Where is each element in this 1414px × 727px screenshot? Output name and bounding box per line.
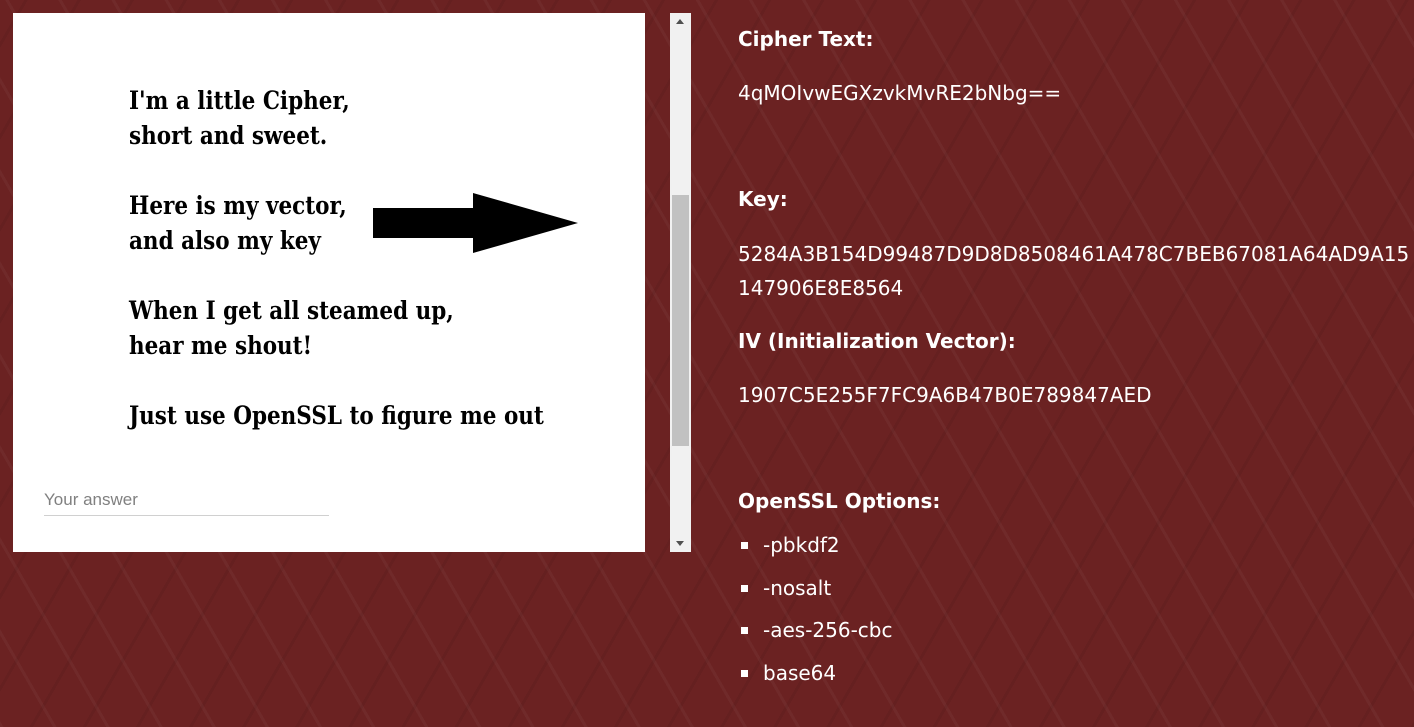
list-item: -nosalt [738,567,893,610]
poem-line: Just use OpenSSL to figure me out [129,401,544,430]
bullet-icon [741,669,748,677]
vertical-scrollbar[interactable] [670,13,691,552]
poem-line: When I get all steamed up, [129,296,454,325]
list-item: -aes-256-cbc [738,609,893,652]
riddle-form-panel: I'm a little Cipher, short and sweet. He… [13,13,645,552]
list-item: base64 [738,652,893,695]
option-text: -nosalt [763,575,832,600]
cipher-poem: I'm a little Cipher, short and sweet. He… [129,83,544,433]
bullet-icon [741,627,748,634]
key-label: Key: [738,187,788,211]
openssl-options-list: -pbkdf2 -nosalt -aes-256-cbc base64 [738,524,893,694]
poem-stanza: I'm a little Cipher, short and sweet. [129,83,544,153]
poem-line: short and sweet. [129,121,328,150]
chevron-down-icon[interactable] [670,535,691,552]
chevron-up-icon[interactable] [670,13,691,30]
option-text: base64 [763,660,837,685]
answer-input[interactable] [44,485,329,516]
bullet-icon [741,584,748,592]
option-text: -aes-256-cbc [763,618,893,642]
cipher-text-label: Cipher Text: [738,27,874,51]
bullet-icon [741,542,748,549]
iv-label: IV (Initialization Vector): [738,329,1016,353]
openssl-options-label: OpenSSL Options: [738,489,941,513]
poem-stanza: Just use OpenSSL to figure me out [129,398,544,433]
right-arrow-icon [373,193,578,253]
iv-value: 1907C5E255F7FC9A6B47B0E789847AED [738,383,1152,407]
poem-line: I'm a little Cipher, [129,86,350,115]
poem-stanza: When I get all steamed up, hear me shout… [129,293,544,363]
scrollbar-thumb[interactable] [672,195,689,446]
cipher-text-value: 4qMOIvwEGXzvkMvRE2bNbg== [738,81,1062,105]
list-item: -pbkdf2 [738,524,893,567]
key-value: 5284A3B154D99487D9D8D8508461A478C7BEB670… [738,242,1410,300]
option-text: -pbkdf2 [763,533,840,557]
poem-line: hear me shout! [129,331,313,360]
